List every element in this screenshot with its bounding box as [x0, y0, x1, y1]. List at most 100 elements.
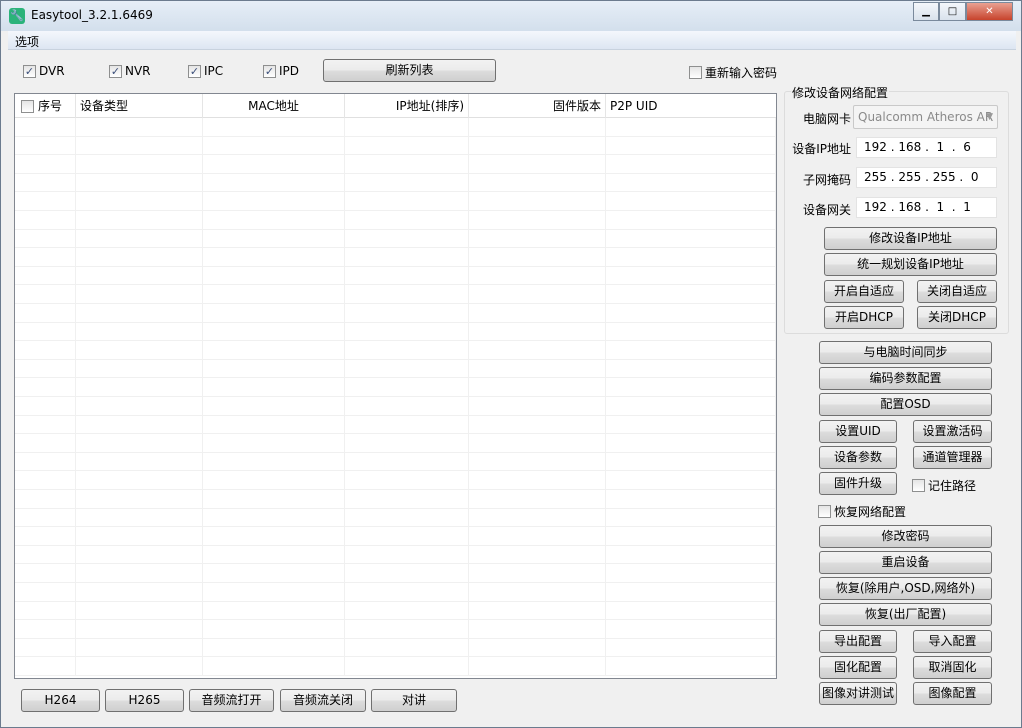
table-cell	[15, 620, 76, 638]
column-header-mac[interactable]: MAC地址	[203, 94, 345, 118]
table-row[interactable]	[15, 564, 776, 583]
import-config-button[interactable]: 导入配置	[913, 630, 992, 653]
table-row[interactable]	[15, 545, 776, 565]
column-header-device-type[interactable]: 设备类型	[76, 94, 203, 118]
table-row[interactable]	[15, 415, 776, 435]
channel-manager-button[interactable]: 通道管理器	[913, 446, 992, 469]
table-cell	[76, 359, 203, 378]
refresh-list-button[interactable]: 刷新列表	[323, 59, 496, 82]
auto-adapt-off-button[interactable]: 关闭自适应	[917, 280, 997, 303]
reenter-password-checkbox[interactable]: 重新输入密码	[689, 64, 777, 81]
filter-dvr-checkbox[interactable]: ✓ DVR	[23, 64, 65, 78]
table-cell	[76, 136, 203, 155]
table-cell	[15, 118, 76, 136]
talk-button[interactable]: 对讲	[371, 689, 457, 712]
ip-address-input[interactable]: 192 . 168 . 1 . 6	[856, 137, 997, 158]
column-header-p2p-uid[interactable]: P2P UID	[606, 94, 776, 118]
auto-adapt-on-button[interactable]: 开启自适应	[824, 280, 904, 303]
table-row[interactable]	[15, 452, 776, 472]
dhcp-on-button[interactable]: 开启DHCP	[824, 306, 904, 329]
menu-options[interactable]: 选项	[15, 33, 39, 50]
table-row[interactable]	[15, 304, 776, 323]
device-params-button[interactable]: 设备参数	[819, 446, 897, 469]
change-password-button[interactable]: 修改密码	[819, 525, 992, 548]
plan-ip-button[interactable]: 统一规划设备IP地址	[824, 253, 997, 276]
cancel-solidify-button[interactable]: 取消固化	[913, 656, 992, 679]
table-row[interactable]	[15, 173, 776, 193]
column-header-ip[interactable]: IP地址(排序)	[345, 94, 469, 118]
menu-bar: 选项	[8, 31, 1016, 50]
solidify-config-button[interactable]: 固化配置	[819, 656, 897, 679]
filter-ipd-checkbox[interactable]: ✓ IPD	[263, 64, 299, 78]
encode-params-button[interactable]: 编码参数配置	[819, 367, 992, 390]
audio-open-button[interactable]: 音频流打开	[189, 689, 274, 712]
table-row[interactable]	[15, 285, 776, 304]
table-cell	[15, 583, 76, 601]
table-cell	[203, 397, 345, 415]
network-config-title: 修改设备网络配置	[791, 84, 890, 101]
table-cell	[345, 285, 469, 303]
table-row[interactable]	[15, 359, 776, 379]
remember-path-checkbox[interactable]: 记住路径	[912, 477, 976, 494]
table-row[interactable]	[15, 118, 776, 137]
set-activation-button[interactable]: 设置激活码	[913, 420, 992, 443]
minimize-button[interactable]: ▁	[913, 2, 939, 21]
title-bar: 🔧 Easytool_3.2.1.6469 ▁ □ ✕	[1, 1, 1021, 31]
table-row[interactable]	[15, 378, 776, 397]
filter-ipc-checkbox[interactable]: ✓ IPC	[188, 64, 223, 78]
table-cell	[203, 155, 345, 173]
table-row[interactable]	[15, 192, 776, 211]
reboot-button[interactable]: 重启设备	[819, 551, 992, 574]
table-row[interactable]	[15, 155, 776, 174]
table-cell	[345, 657, 469, 675]
table-cell	[15, 192, 76, 210]
table-row[interactable]	[15, 620, 776, 639]
table-row[interactable]	[15, 490, 776, 509]
column-header-index[interactable]: 序号	[15, 94, 76, 118]
device-table[interactable]: 序号 设备类型 MAC地址 IP地址(排序) 固件版本 P2P UID	[14, 93, 777, 679]
audio-close-button[interactable]: 音频流关闭	[280, 689, 366, 712]
table-row[interactable]	[15, 341, 776, 360]
set-uid-button[interactable]: 设置UID	[819, 420, 897, 443]
firmware-upgrade-button[interactable]: 固件升级	[819, 472, 897, 495]
table-row[interactable]	[15, 211, 776, 230]
maximize-button[interactable]: □	[939, 2, 966, 21]
table-row[interactable]	[15, 229, 776, 249]
h265-button[interactable]: H265	[105, 689, 184, 712]
config-osd-button[interactable]: 配置OSD	[819, 393, 992, 416]
h264-button[interactable]: H264	[21, 689, 100, 712]
table-row[interactable]	[15, 471, 776, 490]
table-row[interactable]	[15, 248, 776, 267]
subnet-mask-input[interactable]: 255 . 255 . 255 . 0	[856, 167, 997, 188]
table-row[interactable]	[15, 434, 776, 453]
export-config-button[interactable]: 导出配置	[819, 630, 897, 653]
gateway-input[interactable]: 192 . 168 . 1 . 1	[856, 197, 997, 218]
restore-partial-button[interactable]: 恢复(除用户,OSD,网络外)	[819, 577, 992, 600]
nic-select[interactable]: Qualcomm Atheros AR ▼	[853, 105, 998, 129]
restore-factory-button[interactable]: 恢复(出厂配置)	[819, 603, 992, 626]
table-row[interactable]	[15, 601, 776, 621]
sync-time-button[interactable]: 与电脑时间同步	[819, 341, 992, 364]
table-row[interactable]	[15, 583, 776, 602]
close-button[interactable]: ✕	[966, 2, 1013, 21]
select-all-checkbox[interactable]	[21, 100, 34, 113]
table-cell	[15, 471, 76, 489]
table-row[interactable]	[15, 508, 776, 528]
restore-network-checkbox[interactable]: 恢复网络配置	[818, 503, 906, 520]
filter-nvr-checkbox[interactable]: ✓ NVR	[109, 64, 151, 78]
table-cell	[469, 266, 606, 285]
image-config-button[interactable]: 图像配置	[913, 682, 992, 705]
table-cell	[345, 527, 469, 545]
table-cell	[15, 266, 76, 285]
table-row[interactable]	[15, 266, 776, 286]
table-row[interactable]	[15, 322, 776, 342]
modify-ip-button[interactable]: 修改设备IP地址	[824, 227, 997, 250]
table-row[interactable]	[15, 136, 776, 156]
column-header-firmware[interactable]: 固件版本	[469, 94, 606, 118]
table-row[interactable]	[15, 657, 776, 676]
dhcp-off-button[interactable]: 关闭DHCP	[917, 306, 997, 329]
table-row[interactable]	[15, 527, 776, 546]
image-intercom-test-button[interactable]: 图像对讲测试	[819, 682, 897, 705]
table-row[interactable]	[15, 638, 776, 658]
table-row[interactable]	[15, 397, 776, 416]
